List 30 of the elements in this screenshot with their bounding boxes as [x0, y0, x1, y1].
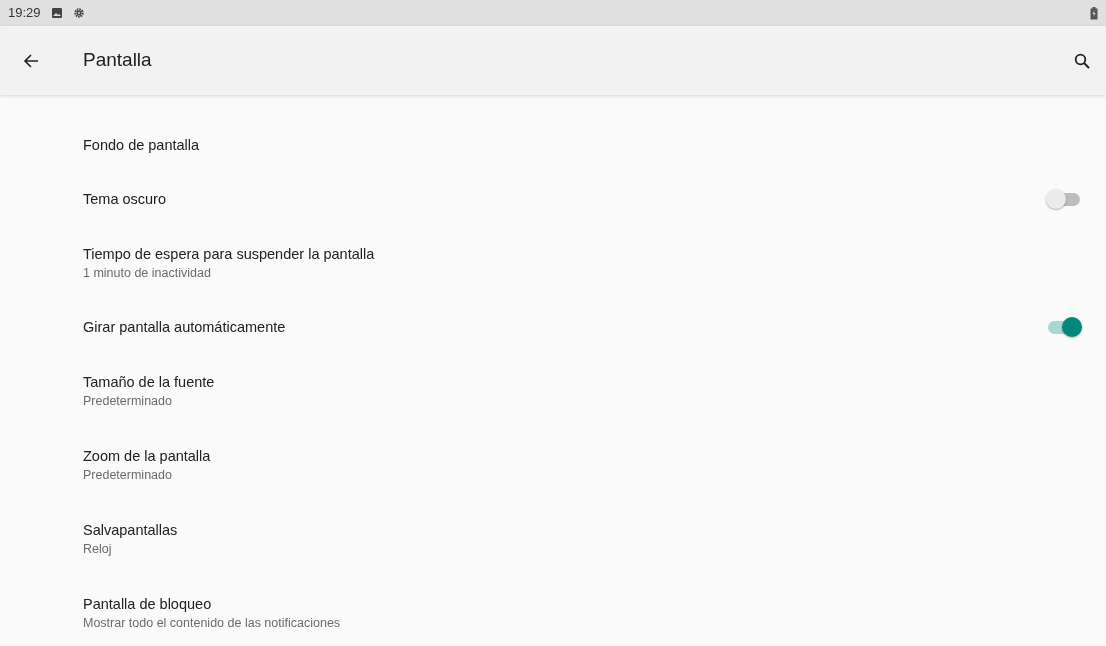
setting-title: Zoom de la pantalla	[83, 447, 212, 466]
setting-title: Tamaño de la fuente	[83, 373, 216, 392]
gear-icon	[72, 7, 85, 19]
back-arrow-icon	[23, 52, 39, 69]
setting-title: Pantalla de bloqueo	[83, 595, 213, 614]
settings-item[interactable]: Girar pantalla automáticamente	[0, 300, 1106, 354]
clock-time: 19:29	[8, 4, 41, 23]
battery-icon	[1090, 6, 1098, 20]
setting-title: Girar pantalla automáticamente	[83, 318, 287, 337]
setting-summary: Predeterminado	[83, 393, 173, 410]
settings-item[interactable]: Tiempo de espera para suspender la pantalla 1 minuto de inactividad	[0, 226, 1106, 300]
setting-title: Tema oscuro	[83, 190, 167, 209]
settings-item[interactable]: Pantalla de bloqueo Mostrar todo el contenido de las notificaciones	[0, 576, 1106, 646]
settings-item[interactable]: Tamaño de la fuente Predeterminado	[0, 354, 1106, 428]
screen-title: Pantalla	[83, 48, 152, 73]
settings-item[interactable]: Salvapantallas Reloj	[0, 502, 1106, 576]
settings-item[interactable]: Tema oscuro	[0, 172, 1106, 226]
setting-title: Salvapantallas	[83, 521, 179, 540]
setting-summary: Predeterminado	[83, 467, 173, 484]
setting-title: Tiempo de espera para suspender la pantalla	[83, 245, 376, 264]
setting-summary: Mostrar todo el contenido de las notificaciones	[83, 615, 342, 632]
toggle-switch[interactable]	[1046, 317, 1082, 337]
settings-item[interactable]: Zoom de la pantalla Predeterminado	[0, 428, 1106, 502]
settings-item[interactable]: Fondo de pantalla	[0, 118, 1106, 172]
setting-summary: 1 minuto de inactividad	[83, 265, 212, 282]
toggle-switch[interactable]	[1046, 189, 1082, 209]
image-icon	[50, 7, 63, 19]
setting-summary: Reloj	[83, 541, 113, 558]
search-icon	[1074, 52, 1090, 69]
setting-title: Fondo de pantalla	[83, 136, 201, 155]
